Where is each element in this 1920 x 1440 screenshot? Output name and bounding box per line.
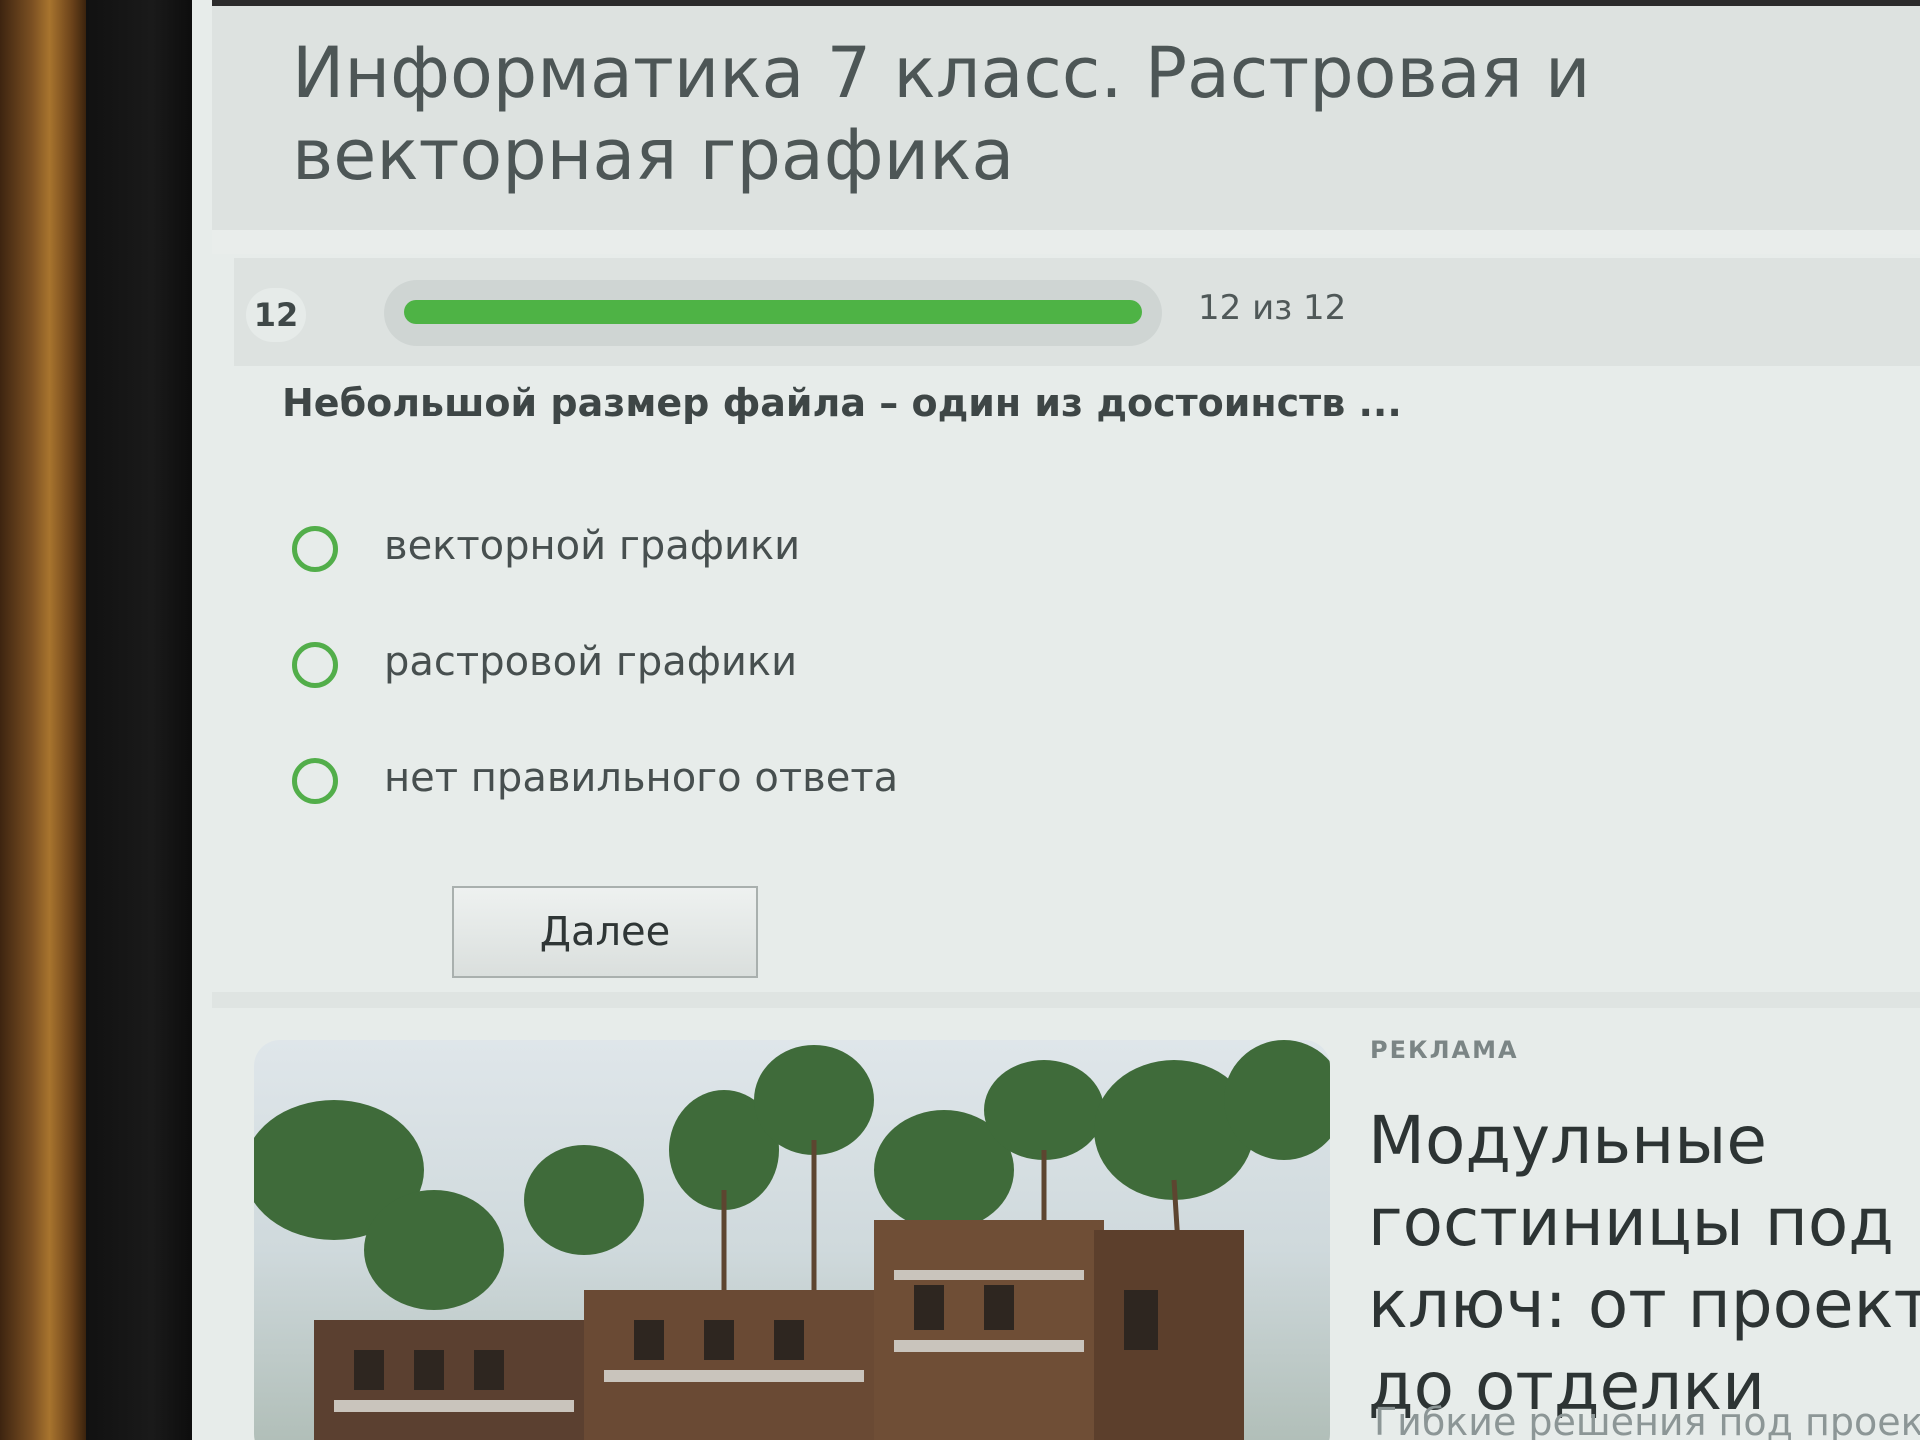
progress-counter: 12 из 12 bbox=[1198, 288, 1347, 328]
radio-button[interactable] bbox=[292, 642, 338, 688]
radio-button[interactable] bbox=[292, 758, 338, 804]
progress-track bbox=[384, 280, 1162, 346]
radio-button[interactable] bbox=[292, 526, 338, 572]
question-number-badge: 12 bbox=[246, 288, 306, 342]
section-divider bbox=[212, 992, 1920, 1008]
screen: Информатика 7 класс. Растровая и векторн… bbox=[192, 0, 1920, 1440]
header-divider bbox=[212, 230, 1920, 254]
answer-option[interactable]: нет правильного ответа bbox=[292, 740, 1492, 856]
answer-option[interactable]: растровой графики bbox=[292, 624, 1492, 740]
ad-subtitle: Гибкие решения под проект bbox=[1374, 1400, 1920, 1440]
answer-options: векторной графики растровой графики нет … bbox=[292, 508, 1492, 856]
ad-photo-illustration bbox=[254, 1040, 1330, 1440]
ad-title[interactable]: Модульные гостиницы под ключ: от проекта… bbox=[1368, 1100, 1920, 1428]
desk-background bbox=[0, 0, 90, 1440]
page-title: Информатика 7 класс. Растровая и векторн… bbox=[292, 32, 1591, 196]
question-text: Небольшой размер файла – один из достоин… bbox=[282, 381, 1402, 425]
page-header: Информатика 7 класс. Растровая и векторн… bbox=[212, 6, 1920, 230]
ad-image[interactable] bbox=[254, 1040, 1330, 1440]
progress-fill bbox=[404, 300, 1142, 324]
progress-bar-row: 12 12 из 12 bbox=[234, 258, 1920, 366]
answer-option-label[interactable]: растровой графики bbox=[384, 634, 797, 690]
next-button[interactable]: Далее bbox=[452, 886, 758, 978]
answer-option-label[interactable]: нет правильного ответа bbox=[384, 750, 898, 806]
laptop-bezel bbox=[86, 0, 196, 1440]
ad-label: РЕКЛАМА bbox=[1370, 1036, 1519, 1064]
answer-option-label[interactable]: векторной графики bbox=[384, 518, 800, 574]
answer-option[interactable]: векторной графики bbox=[292, 508, 1492, 624]
